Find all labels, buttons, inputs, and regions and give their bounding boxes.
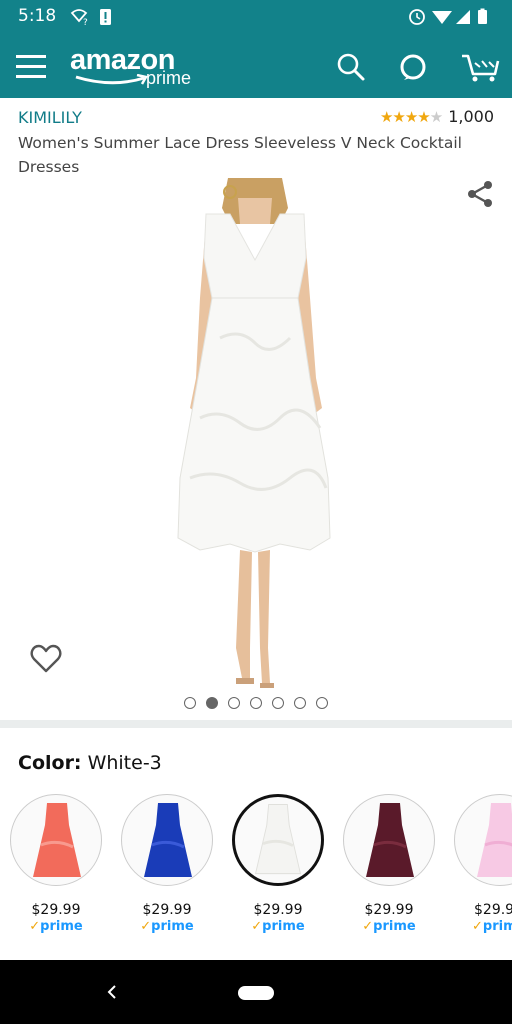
color-swatch-royal-blue[interactable]: $29.99 ✓prime — [121, 794, 213, 934]
section-divider — [0, 720, 512, 728]
carousel-dot[interactable] — [316, 697, 328, 709]
swatch-image — [10, 794, 102, 886]
alexa-icon[interactable] — [398, 52, 428, 82]
swatch-image — [232, 794, 324, 886]
brand-link[interactable]: KIMILILY — [18, 108, 82, 127]
share-icon[interactable] — [464, 178, 496, 210]
rating-count: 1,000 — [448, 107, 494, 126]
back-icon[interactable] — [100, 980, 124, 1004]
prime-badge: ✓prim — [472, 919, 512, 934]
color-selector-section: Color: White-3 $29.99 ✓prime $29.99 ✓pri… — [0, 728, 512, 960]
wishlist-heart-icon[interactable] — [30, 644, 62, 674]
star-rating-icon: ★★★★★ — [379, 107, 443, 126]
product-title: Women's Summer Lace Dress Sleeveless V N… — [18, 134, 462, 176]
color-label: Color: White-3 — [18, 752, 162, 774]
carousel-dot[interactable] — [228, 697, 240, 709]
alarm-icon — [409, 9, 425, 25]
swatch-image — [343, 794, 435, 886]
search-icon[interactable] — [336, 52, 366, 82]
smile-arrow-icon — [75, 74, 148, 85]
prime-badge: ✓prime — [140, 919, 194, 934]
prime-badge: ✓prime — [251, 919, 305, 934]
color-swatch-pink[interactable]: $29.9 ✓prim — [454, 794, 512, 934]
swatch-price: $29.9 — [474, 902, 512, 918]
swatch-price: $29.99 — [31, 902, 81, 918]
menu-icon[interactable] — [14, 52, 48, 82]
swatch-image — [121, 794, 213, 886]
color-swatch-coral[interactable]: $29.99 ✓prime — [10, 794, 102, 934]
prime-badge: ✓prime — [29, 919, 83, 934]
carousel-dot[interactable] — [272, 697, 284, 709]
color-swatch-burgundy[interactable]: $29.99 ✓prime — [343, 794, 435, 934]
swatch-price: $29.99 — [253, 902, 303, 918]
svg-text:?: ? — [83, 18, 88, 27]
dress-product-image — [177, 178, 331, 688]
status-left-icons: ? — [70, 7, 118, 32]
logo-prime-text: prime — [146, 68, 192, 88]
home-pill-button[interactable] — [238, 986, 274, 1000]
status-right-icons — [408, 7, 496, 32]
color-swatch-white[interactable]: $29.99 ✓prime — [232, 794, 324, 934]
android-nav-bar — [0, 960, 512, 1024]
prime-badge: ✓prime — [362, 919, 416, 934]
swatch-price: $29.99 — [364, 902, 414, 918]
swatch-price: $29.99 — [142, 902, 192, 918]
color-swatch-list: $29.99 ✓prime $29.99 ✓prime $29.99 ✓prim… — [10, 794, 512, 944]
app-bar: amazon prime — [0, 34, 512, 98]
product-header: KIMILILY ★★★★★ 1,000 Women's Summer Lace… — [0, 98, 512, 178]
rating[interactable]: ★★★★★ 1,000 — [380, 107, 494, 126]
carousel-dot[interactable] — [294, 697, 306, 709]
cart-icon[interactable] — [460, 50, 500, 84]
swatch-image — [454, 794, 512, 886]
amazon-prime-logo[interactable]: amazon prime — [70, 44, 210, 90]
carousel-dot[interactable] — [250, 697, 262, 709]
status-time: 5:18 — [18, 6, 57, 26]
status-bar: 5:18 ? — [0, 0, 512, 34]
carousel-dot[interactable] — [184, 697, 196, 709]
selected-color-name: White-3 — [87, 752, 162, 774]
carousel-dot-active[interactable] — [206, 697, 218, 709]
product-image-carousel[interactable] — [0, 178, 512, 720]
battery-icon — [478, 8, 487, 24]
signal-icon — [456, 10, 470, 24]
carousel-dots — [0, 696, 512, 712]
wifi-icon — [432, 11, 452, 24]
wifi-question-icon: ? — [70, 9, 111, 28]
